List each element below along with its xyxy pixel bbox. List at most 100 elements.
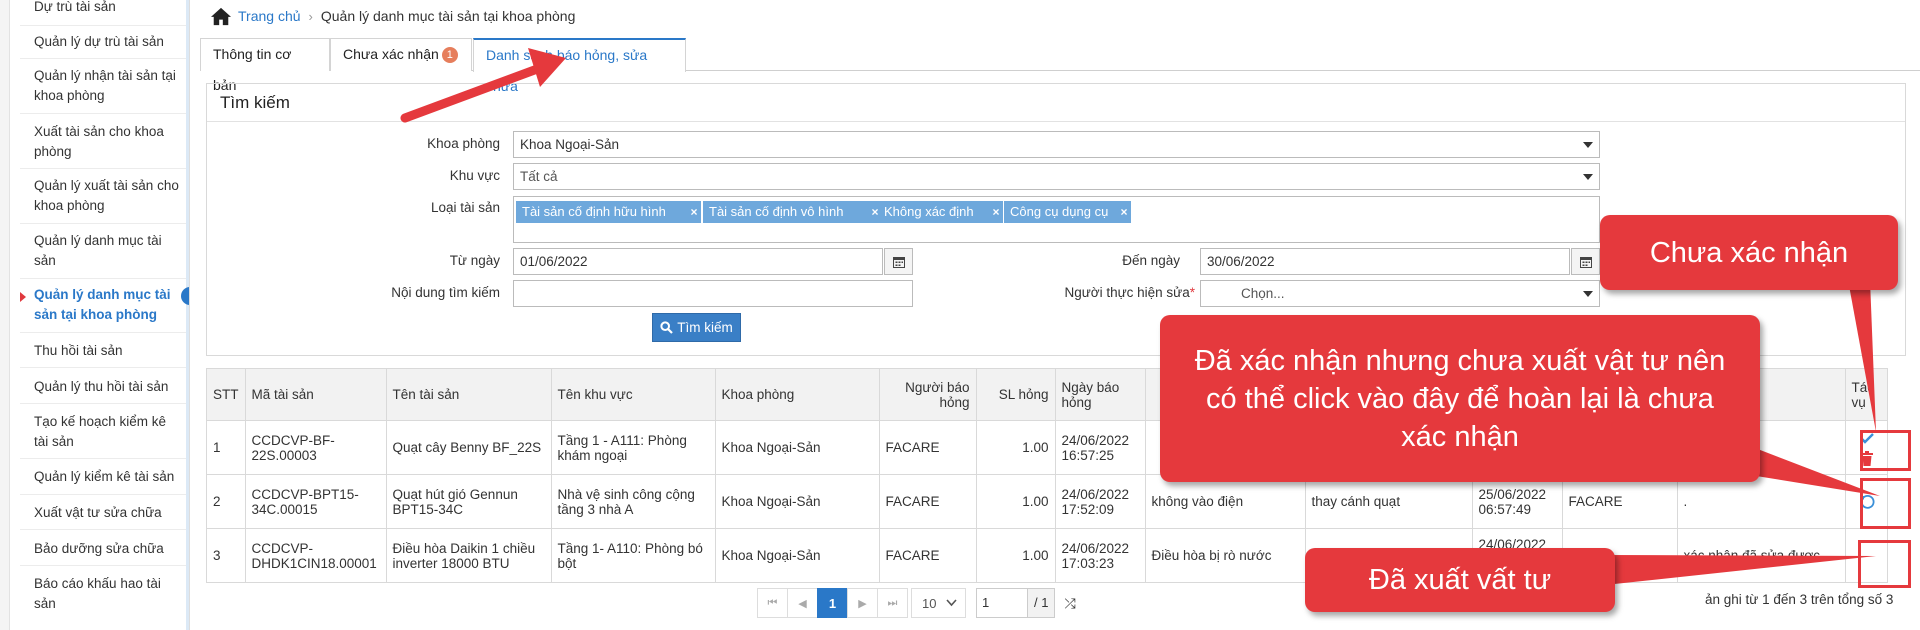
divider (20, 403, 188, 404)
cell-name: Quạt cây Benny BF_22S (385, 420, 552, 475)
divider (20, 565, 188, 566)
asset-type-tag: Tài sản cố định vô hình (703, 201, 869, 223)
search-content-input[interactable] (513, 280, 913, 307)
table-row[interactable]: 3 CCDCVP-DHDK1CIN18.00001 Điều hòa Daiki… (206, 528, 1888, 583)
sidebar-item-bao-duong[interactable]: Bảo dưỡng sửa chữa (34, 539, 184, 559)
cell-report-date: 24/06/2022 16:57:25 (1054, 420, 1146, 475)
table-row[interactable]: 2 CCDCVP-BPT15-34C.00015 Quạt hút gió Ge… (206, 474, 1888, 529)
asset-type-label: Loại tài sản (430, 200, 500, 215)
page-number-button[interactable]: 1 (817, 588, 848, 618)
cell-qty: 1.00 (975, 528, 1056, 583)
page-size-select[interactable]: 10 (911, 588, 966, 618)
divider (20, 168, 188, 169)
cell-name: Điều hòa Daikin 1 chiều inverter 18000 B… (385, 528, 552, 583)
asset-type-tag: Tài sản cố định hữu hình (516, 201, 688, 223)
cell-qty: 1.00 (975, 474, 1056, 529)
sidebar-item-quan-ly-du-tru[interactable]: Quản lý dự trù tài sản (34, 32, 184, 52)
tab-basic-info[interactable]: Thông tin cơ bản (200, 38, 330, 93)
divider (20, 367, 188, 368)
divider (20, 223, 188, 224)
from-date-input[interactable]: 01/06/2022 (513, 248, 913, 275)
to-date-value: 30/06/2022 (1207, 254, 1275, 269)
calendar-icon[interactable] (1571, 248, 1600, 275)
asset-type-multiselect[interactable]: Tài sản cố định hữu hình × Tài sản cố đị… (513, 196, 1600, 243)
tab-bar: Thông tin cơ bản Chưa xác nhận 1 Danh sác… (200, 38, 1920, 94)
cell-note: xác nhận đã sửa được (1676, 528, 1846, 583)
col-code[interactable]: Mã tài sản (244, 368, 387, 421)
sidebar-item-quan-ly-thu-hoi[interactable]: Quản lý thu hồi tài sản (34, 377, 184, 397)
remove-tag-icon[interactable]: × (1117, 201, 1131, 223)
col-dept[interactable]: Khoa phòng (714, 368, 880, 421)
sidebar-scrollbar-track[interactable] (186, 0, 189, 630)
last-page-icon[interactable]: ⏭ (877, 588, 908, 618)
cell-stt: 3 (206, 528, 246, 583)
sidebar-item-xuat-tai-san[interactable]: Xuất tài sản cho khoa phòng (34, 122, 184, 162)
sidebar-item-danh-muc[interactable]: Quản lý danh mục tài sản (34, 231, 184, 271)
sidebar-item-khau-hao[interactable]: Báo cáo khấu hao tài sản (34, 574, 184, 614)
breadcrumb-current: Quản lý danh mục tài sản tại khoa phòng (320, 8, 576, 24)
sidebar-item-du-tru[interactable]: Dự trù tài sản (34, 0, 184, 17)
cell-stt: 2 (206, 474, 246, 529)
repairer-placeholder: Chọn... (1241, 286, 1285, 301)
cell-code: CCDCVP-BPT15-34C.00015 (244, 474, 387, 529)
cell-reason: Điều hòa bị rò nước (1144, 528, 1306, 583)
callout-confirmed-not-exported: Đã xác nhận nhưng chưa xuất vật tư nên c… (1160, 315, 1760, 482)
breadcrumb-home-link[interactable]: Trang chủ (238, 8, 301, 24)
next-page-icon[interactable]: ▶ (847, 588, 878, 618)
sidebar-item-quan-ly-xuat[interactable]: Quản lý xuất tài sản cho khoa phòng (34, 176, 184, 216)
calendar-icon[interactable] (884, 248, 913, 275)
cell-reporter: FACARE (878, 420, 977, 475)
prev-page-icon[interactable]: ◀ (787, 588, 818, 618)
col-reporter[interactable]: Người báo hỏng (878, 368, 977, 421)
asset-type-tag: Không xác định (878, 201, 990, 223)
tab-unconfirmed[interactable]: Chưa xác nhận 1 (330, 38, 472, 71)
sidebar-item-ke-hoach-kiem-ke[interactable]: Tạo kế hoạch kiểm kê tài sản (34, 412, 184, 452)
cell-area: Tầng 1- A110: Phòng bó bột (550, 528, 716, 583)
sidebar-item-thu-hoi[interactable]: Thu hồi tài sản (34, 341, 184, 361)
col-qty[interactable]: SL hỏng (975, 368, 1056, 421)
cell-note: . (1676, 474, 1846, 529)
sidebar-item-nhan-tai-san[interactable]: Quản lý nhận tài sản tại khoa phòng (34, 66, 184, 106)
divider (20, 113, 188, 114)
cell-stt: 1 (206, 420, 246, 475)
remove-tag-icon[interactable]: × (989, 201, 1003, 223)
to-date-input[interactable]: 30/06/2022 (1200, 248, 1600, 275)
divider (20, 278, 188, 279)
col-actions: Tác vụ (1844, 368, 1888, 421)
search-panel-title: Tìm kiếm (207, 84, 1905, 122)
area-label: Khu vực (449, 168, 500, 183)
highlight-box-exported-action (1858, 540, 1911, 588)
cell-code: CCDCVP-DHDK1CIN18.00001 (244, 528, 387, 583)
cell-fix: thay cánh quạt (1304, 474, 1473, 529)
breadcrumb: Trang chủ › Quản lý danh mục tài sản tại… (210, 5, 575, 27)
highlight-box-confirm-actions (1860, 430, 1911, 471)
col-name[interactable]: Tên tài sản (385, 368, 552, 421)
sidebar-item-danh-muc-khoa-phong[interactable]: Quản lý danh mục tài sản tại khoa phòng (34, 285, 184, 325)
to-date-label: Đến ngày (1122, 253, 1180, 268)
breadcrumb-chevron-icon: › (308, 8, 313, 24)
repairer-select[interactable]: Chọn... (1200, 280, 1600, 307)
area-select[interactable]: Tất cả (513, 163, 1600, 190)
active-marker (20, 292, 26, 302)
department-value: Khoa Ngoại-Sản (520, 137, 620, 152)
cell-reporter: FACARE (878, 528, 977, 583)
chevron-down-icon (1583, 291, 1593, 297)
department-select[interactable]: Khoa Ngoại-Sản (513, 131, 1600, 158)
tab-damage-repair-list[interactable]: Danh sách báo hỏng, sửa chữa (473, 38, 686, 94)
col-report-date[interactable]: Ngày báo hỏng (1054, 368, 1146, 421)
callout-unconfirmed: Chưa xác nhận (1600, 215, 1898, 290)
sidebar-item-quan-ly-kiem-ke[interactable]: Quản lý kiểm kê tài sản (34, 467, 184, 487)
shuffle-icon[interactable]: ⤮ (1064, 595, 1075, 612)
cell-code: CCDCVP-BF-22S.00003 (244, 420, 387, 475)
cell-confirm-date: 25/06/2022 06:57:49 (1471, 474, 1563, 529)
search-button[interactable]: Tìm kiếm (652, 313, 741, 342)
first-page-icon[interactable]: ⏮ (757, 588, 788, 618)
sidebar-item-xuat-vat-tu[interactable]: Xuất vật tư sửa chữa (34, 503, 184, 523)
col-area[interactable]: Tên khu vực (550, 368, 716, 421)
remove-tag-icon[interactable]: × (687, 201, 701, 223)
home-icon[interactable] (210, 6, 232, 26)
page-input[interactable]: 1 (976, 588, 1028, 618)
record-summary: ản ghi từ 1 đến 3 trên tổng số 3 (1705, 592, 1894, 607)
divider (20, 58, 188, 59)
col-stt[interactable]: STT (206, 368, 246, 421)
